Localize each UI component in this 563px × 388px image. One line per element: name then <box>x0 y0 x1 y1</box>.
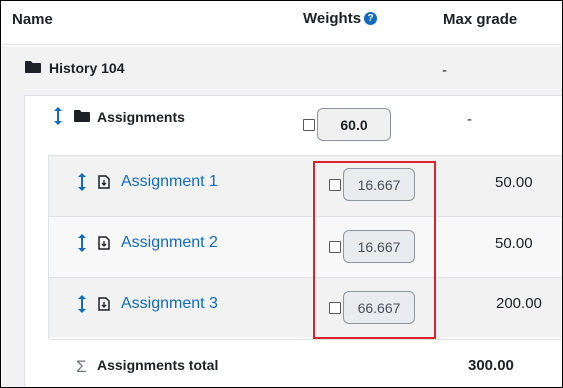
item-max-grade: 200.00 <box>496 295 542 312</box>
help-icon[interactable]: ? <box>364 12 378 25</box>
item-weight-input[interactable]: 16.667 <box>343 168 415 201</box>
item-weight-input[interactable]: 66.667 <box>343 291 415 324</box>
move-icon[interactable] <box>53 107 63 125</box>
item-weight-input[interactable]: 16.667 <box>343 230 415 263</box>
folder-icon <box>74 110 90 122</box>
column-header-name: Name <box>12 11 53 28</box>
category-total-label: Assignments total <box>97 357 219 373</box>
assignment-link[interactable]: Assignment 2 <box>121 234 218 252</box>
assignment-icon <box>98 175 110 189</box>
move-icon[interactable] <box>77 295 87 313</box>
column-header-weights: Weights ? <box>303 10 378 27</box>
divider <box>25 95 562 96</box>
assignment-icon <box>98 236 110 250</box>
gradebook-setup-table: Name Weights ? Max grade History 104 - A… <box>0 0 563 388</box>
move-icon[interactable] <box>77 173 87 191</box>
weights-label: Weights <box>303 10 362 27</box>
assignment-link[interactable]: Assignment 1 <box>121 173 218 191</box>
sigma-icon: Σ <box>76 357 87 376</box>
category-weight-input[interactable]: 60.0 <box>317 108 391 141</box>
weight-override-checkbox[interactable] <box>329 179 341 191</box>
category-max-grade: - <box>467 111 472 128</box>
assignments-category-label: Assignments <box>97 109 185 125</box>
table-header: Name Weights ? Max grade <box>1 1 562 45</box>
item-max-grade: 50.00 <box>495 174 533 191</box>
weight-override-checkbox[interactable] <box>303 119 315 131</box>
assignment-link[interactable]: Assignment 3 <box>121 295 218 313</box>
move-icon[interactable] <box>77 234 87 252</box>
weight-override-checkbox[interactable] <box>329 302 341 314</box>
item-max-grade: 50.00 <box>495 235 533 252</box>
assignment-icon <box>98 297 110 311</box>
course-max-grade: - <box>442 62 447 79</box>
weight-override-checkbox[interactable] <box>329 241 341 253</box>
course-category-label: History 104 <box>49 60 125 76</box>
folder-icon <box>25 61 41 73</box>
column-header-max-grade: Max grade <box>443 11 518 28</box>
category-total-max-grade: 300.00 <box>468 357 514 374</box>
